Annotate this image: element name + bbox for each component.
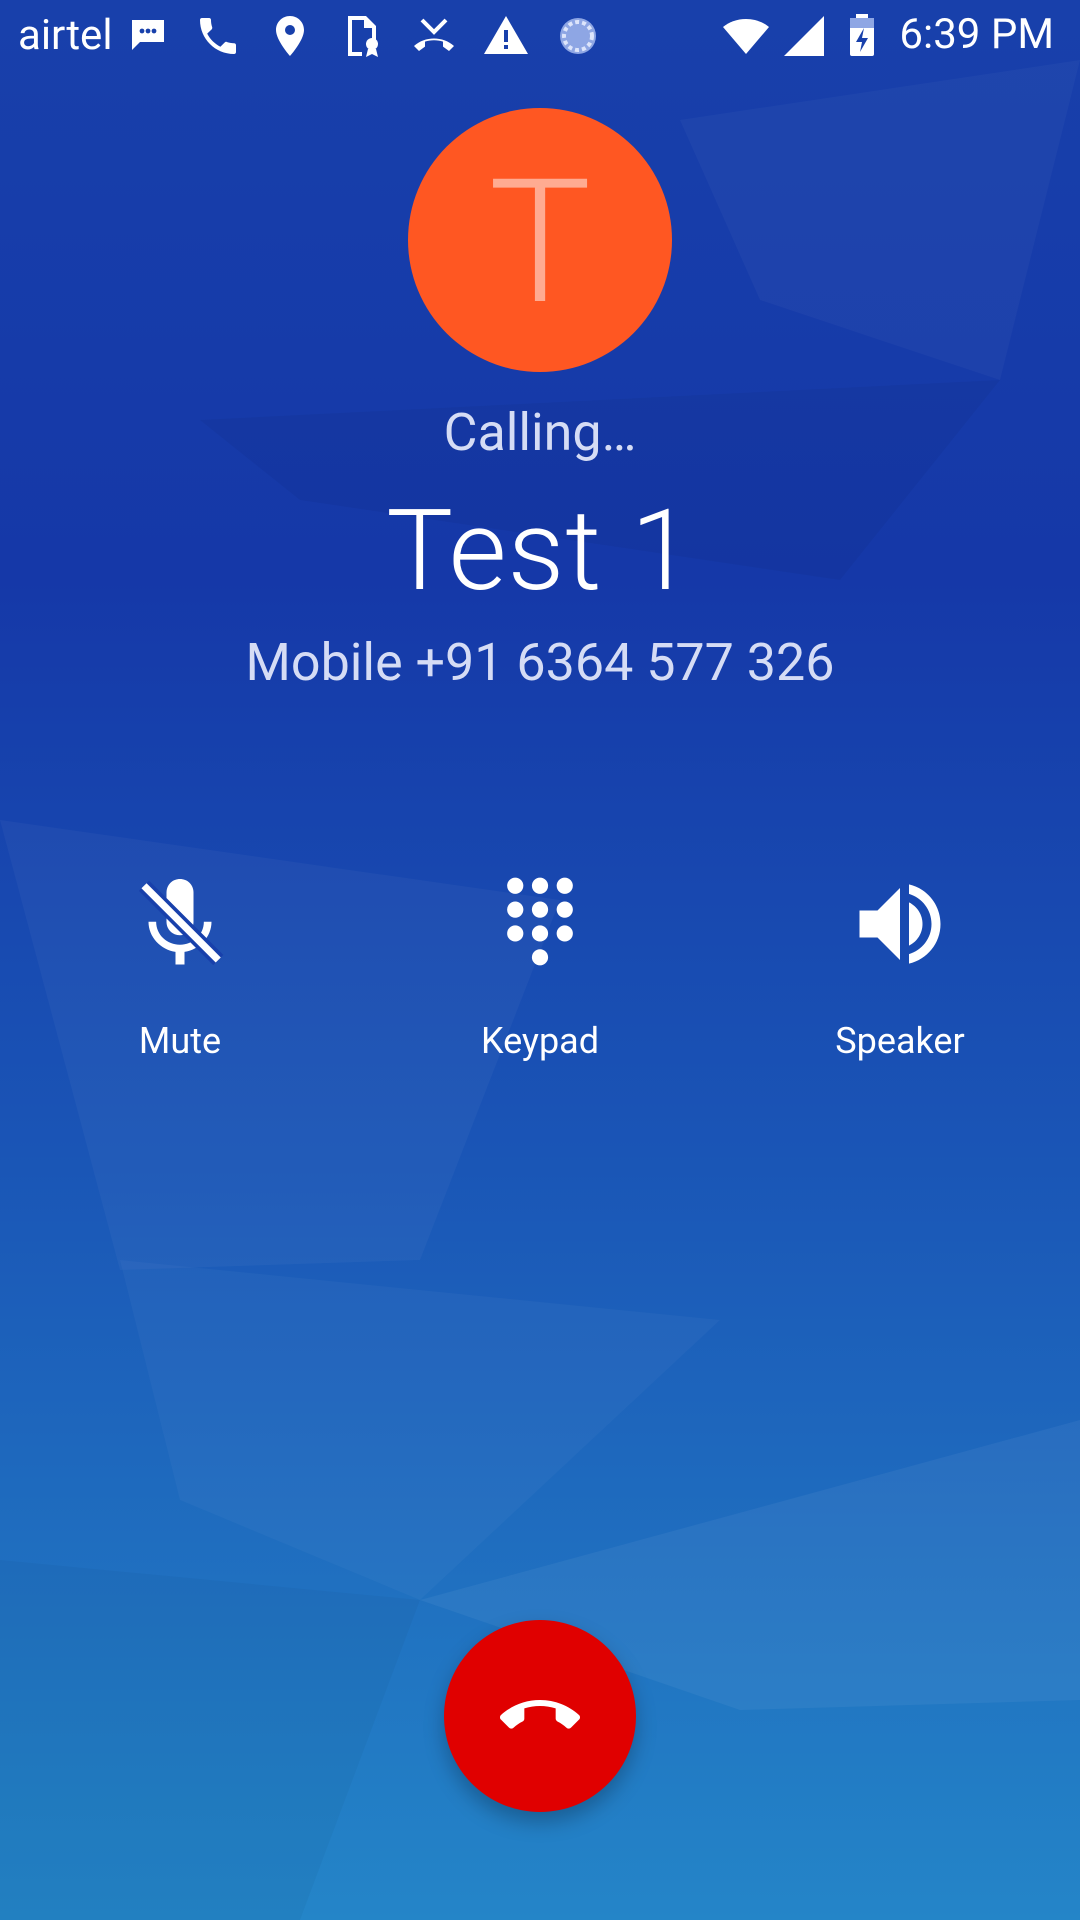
call-status: Calling…	[443, 402, 637, 463]
mic-off-icon	[138, 879, 224, 966]
keypad-button[interactable]: Keypad	[420, 870, 660, 1100]
warning-icon	[484, 16, 528, 54]
message-icon	[132, 20, 164, 50]
end-call-icon	[500, 1700, 580, 1729]
document-badge-icon	[348, 16, 378, 57]
wifi-icon	[723, 19, 769, 54]
battery-charging-icon	[850, 14, 874, 56]
location-icon	[276, 16, 304, 56]
phone-icon	[200, 18, 236, 54]
status-time: 6:39 PM	[899, 10, 1054, 59]
keypad-label: Keypad	[480, 1020, 600, 1062]
carrier-name: airtel	[18, 11, 113, 60]
speaker-icon	[859, 884, 941, 964]
missed-call-icon	[414, 18, 454, 51]
avatar-initial: T	[488, 141, 592, 343]
contact-avatar: T	[408, 108, 672, 372]
signal-icon	[784, 16, 824, 56]
speaker-label: Speaker	[835, 1020, 965, 1062]
contact-number: Mobile +91 6364 577 326	[245, 632, 835, 693]
speaker-button[interactable]: Speaker	[780, 870, 1020, 1100]
mute-label: Mute	[138, 1020, 222, 1062]
mute-button[interactable]: Mute	[60, 870, 300, 1100]
dialpad-icon	[507, 877, 573, 966]
sync-icon	[560, 18, 596, 54]
end-call-button[interactable]	[444, 1620, 636, 1812]
contact-name: Test 1	[386, 486, 694, 617]
in-call-screen: airtel 6:39 PM T Calling… Test 1 Mobile …	[0, 0, 1080, 1920]
status-bar: airtel 6:39 PM	[0, 0, 1080, 72]
